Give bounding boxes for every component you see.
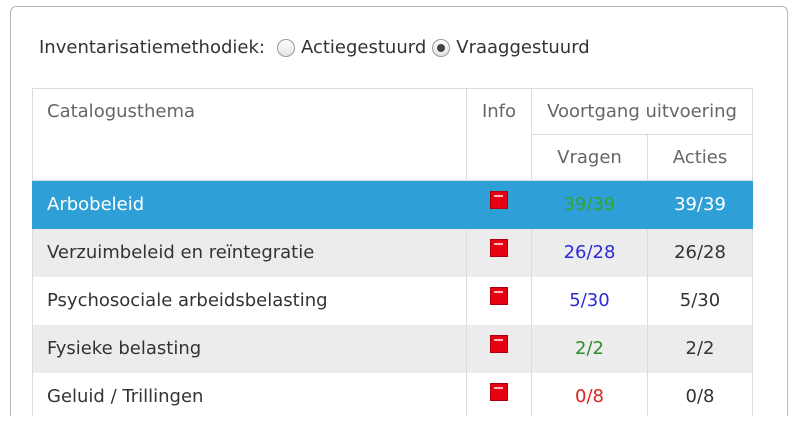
row-thema[interactable]: Geluid / Trillingen: [32, 372, 467, 416]
acq-icon[interactable]: [490, 335, 508, 353]
acq-icon[interactable]: [490, 383, 508, 401]
row-acties: 39/39: [647, 180, 753, 229]
row-thema[interactable]: Arbobeleid: [32, 180, 467, 229]
method-selector: Inventarisatiemethodiek: Actiegestuurd V…: [39, 37, 596, 58]
header-catalogusthema: Catalogusthema: [32, 88, 467, 181]
table-row[interactable]: Geluid / Trillingen 0/8 0/8: [32, 372, 753, 416]
radio-actiegestuurd-label: Actiegestuurd: [300, 37, 427, 58]
method-label: Inventarisatiemethodiek:: [39, 37, 265, 58]
radio-actiegestuurd[interactable]: Actiegestuurd: [276, 37, 427, 58]
row-acties: 26/28: [647, 228, 753, 277]
header-vragen: Vragen: [531, 134, 648, 181]
radio-vraaggestuurd[interactable]: Vraaggestuurd: [432, 37, 590, 58]
radio-vraaggestuurd-label: Vraaggestuurd: [456, 37, 590, 58]
header-info: Info: [466, 88, 532, 181]
radio-checked-icon[interactable]: [432, 38, 451, 57]
row-vragen: 5/30: [531, 276, 648, 325]
row-acties: 0/8: [647, 372, 753, 416]
radio-unchecked-icon[interactable]: [276, 38, 295, 57]
row-acties: 2/2: [647, 324, 753, 373]
row-vragen: 0/8: [531, 372, 648, 416]
catalog-table: Catalogusthema Info Voortgang uitvoering…: [32, 88, 753, 416]
row-thema[interactable]: Verzuimbeleid en reïntegratie: [32, 228, 467, 277]
header-voortgang: Voortgang uitvoering: [531, 88, 753, 135]
row-thema[interactable]: Fysieke belasting: [32, 324, 467, 373]
row-thema[interactable]: Psychosociale arbeidsbelasting: [32, 276, 467, 325]
acq-icon[interactable]: [490, 287, 508, 305]
header-acties: Acties: [647, 134, 753, 181]
row-vragen: 39/39: [531, 180, 648, 229]
table-row[interactable]: Arbobeleid 39/39 39/39: [32, 180, 753, 229]
table-row[interactable]: Fysieke belasting 2/2 2/2: [32, 324, 753, 373]
acq-icon[interactable]: [490, 191, 508, 210]
acq-icon[interactable]: [490, 239, 508, 257]
row-vragen: 2/2: [531, 324, 648, 373]
catalog-panel: Inventarisatiemethodiek: Actiegestuurd V…: [10, 6, 788, 416]
table-row[interactable]: Verzuimbeleid en reïntegratie 26/28 26/2…: [32, 228, 753, 277]
row-vragen: 26/28: [531, 228, 648, 277]
row-acties: 5/30: [647, 276, 753, 325]
table-row[interactable]: Psychosociale arbeidsbelasting 5/30 5/30: [32, 276, 753, 325]
